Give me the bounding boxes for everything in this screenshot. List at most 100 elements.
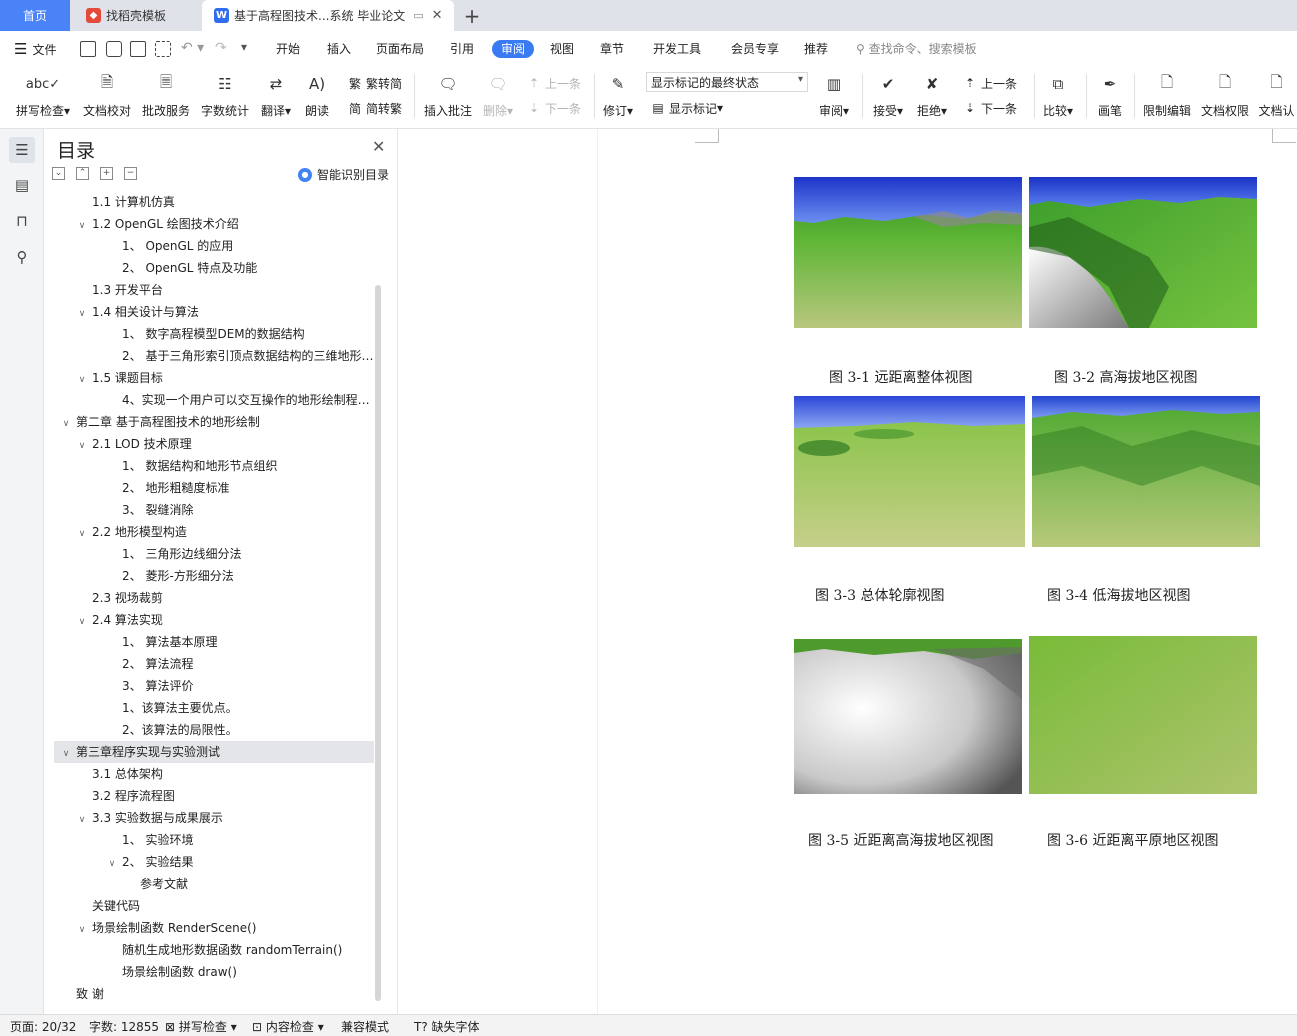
chevron-down-icon[interactable]: ∨ [76,919,88,939]
menu-item-view[interactable]: 视图 [550,40,574,58]
markup-state-select[interactable]: 显示标记的最终状态 [646,72,808,92]
toc-item[interactable]: ∨ 第二章 基于高程图技术的地形绘制 [54,411,374,433]
toc-item[interactable]: 场景绘制函数 draw() [54,961,374,983]
toc-item[interactable]: ∨ 2.2 地形模型构造 [54,521,374,543]
print-preview-icon[interactable] [155,41,171,57]
toc-item[interactable]: 4、实现一个用户可以交互操作的地形绘制程序，用户可以 [54,389,374,411]
export-pdf-icon[interactable] [106,41,122,57]
reject-button[interactable]: ✘ 拒绝▾ [912,72,952,120]
spell-check-button[interactable]: abc✓ 拼写检查▾ [12,72,74,120]
toc-item[interactable]: 2、该算法的局限性。 [54,719,374,741]
pen-button[interactable]: ✒ 画笔 [1092,72,1128,120]
new-tab-button[interactable]: + [458,0,486,31]
close-tab-icon[interactable]: ✕ [432,8,443,23]
insert-comment-button[interactable]: 🗨 插入批注 [422,72,474,120]
chevron-down-icon[interactable]: ∨ [76,435,88,455]
chevron-down-icon[interactable]: ∨ [76,523,88,543]
toc-item[interactable]: 1.1 计算机仿真 [54,191,374,213]
chevron-down-icon[interactable]: ∨ [76,809,88,829]
find-icon[interactable]: ⚲ [9,244,35,270]
add-level-icon[interactable]: + [100,167,113,180]
word-count-button[interactable]: ☷ 字数统计 [198,72,252,120]
redo-icon[interactable]: ↷ [215,40,227,58]
toc-item[interactable]: 1、该算法主要优点。 [54,697,374,719]
chevron-down-icon[interactable]: ∨ [60,413,72,433]
chevron-down-icon[interactable]: ∨ [76,369,88,389]
translate-button[interactable]: ⇄ 翻译▾ [256,72,296,120]
tab-home[interactable]: 首页 [0,0,70,31]
toc-item[interactable]: 2.3 视场裁剪 [54,587,374,609]
file-menu[interactable]: ☰ 文件 [14,40,56,58]
toc-item[interactable]: ∨ 2.1 LOD 技术原理 [54,433,374,455]
save-icon[interactable] [80,41,96,57]
menu-item-devtools[interactable]: 开发工具 [653,40,701,58]
read-aloud-button[interactable]: A) 朗读 [298,72,336,120]
toc-item[interactable]: ∨ 3.3 实验数据与成果展示 [54,807,374,829]
toc-item[interactable]: ∨ 1.4 相关设计与算法 [54,301,374,323]
menu-item-insert[interactable]: 插入 [327,40,351,58]
menu-item-vip[interactable]: 会员专享 [731,40,779,58]
expand-up-icon[interactable]: ⌃ [76,167,89,180]
toc-item[interactable]: 1、 算法基本原理 [54,631,374,653]
trad-to-simp-button[interactable]: 繁繁转简 [347,74,402,92]
undo-icon[interactable]: ↶ ▾ [181,40,204,58]
chevron-down-icon[interactable]: ∨ [76,215,88,235]
doc-proof-button[interactable]: 🗎 文档校对 [80,72,134,120]
word-count-status[interactable]: 字数: 12855 [89,1018,159,1035]
chevron-down-icon[interactable]: ∨ [60,743,72,763]
toc-item[interactable]: 2、 地形粗糙度标准 [54,477,374,499]
accept-button[interactable]: ✔ 接受▾ [868,72,908,120]
next-change-button[interactable]: ⇣ 下一条 [962,99,1017,117]
toc-item[interactable]: 参考文献 [54,873,374,895]
command-search[interactable]: ⚲ 查找命令、搜索模板 [856,40,977,57]
toc-item[interactable]: 3、 算法评价 [54,675,374,697]
toc-item[interactable]: 2、 菱形-方形细分法 [54,565,374,587]
simp-to-trad-button[interactable]: 简简转繁 [347,99,402,117]
doc-permission-button[interactable]: 🗋 文档权限 [1198,72,1252,120]
toc-item[interactable]: 2、 基于三角形索引顶点数据结构的三维地形绘制 [54,345,374,367]
track-changes-button[interactable]: ✎ 修订▾ [598,72,638,120]
toc-item[interactable]: 致 谢 [54,983,374,1005]
toc-item[interactable]: 3.2 程序流程图 [54,785,374,807]
tab-template[interactable]: ◆ 找稻壳模板 [72,0,200,31]
toc-nav-icon[interactable]: ☰ [9,137,35,163]
toc-item[interactable]: ∨ 2.4 算法实现 [54,609,374,631]
bookmark-icon[interactable]: ⊓ [9,208,35,234]
menu-item-start[interactable]: 开始 [276,40,300,58]
menu-item-recommend[interactable]: 推荐 [804,40,828,58]
review-pane-button[interactable]: ▥ 审阅▾ [814,72,854,120]
toc-item[interactable]: 2、 OpenGL 特点及功能 [54,257,374,279]
toc-item[interactable]: 1.3 开发平台 [54,279,374,301]
delete-comment-button[interactable]: 🗨 删除▾ [478,72,518,120]
close-icon[interactable]: ✕ [372,137,385,156]
toc-item[interactable]: ∨ 1.5 课题目标 [54,367,374,389]
correction-service-button[interactable]: 🗏 批改服务 [139,72,193,120]
menu-item-review[interactable]: 审阅 [492,40,535,58]
chevron-down-icon[interactable]: ∨ [76,611,88,631]
menu-item-reference[interactable]: 引用 [450,40,474,58]
pin-icon[interactable]: ▭ [413,9,423,22]
toc-item[interactable]: ∨ 2、 实验结果 [54,851,374,873]
show-markup-button[interactable]: ▤ 显示标记 ▾ [650,99,723,117]
chevron-down-icon[interactable]: ∨ [106,853,118,873]
smart-detect-toc-button[interactable]: ● 智能识别目录 [298,166,389,183]
print-icon[interactable] [130,41,146,57]
toc-scrollbar[interactable] [375,285,381,1001]
quick-access-more-icon[interactable]: ▾ [241,40,247,58]
toc-item[interactable]: ∨ 场景绘制函数 RenderScene() [54,917,374,939]
prev-change-button[interactable]: ⇡ 上一条 [962,74,1017,92]
doc-cert-button[interactable]: 🗋 文档认 [1256,72,1297,120]
toc-item[interactable]: 1、 实验环境 [54,829,374,851]
toc-item[interactable]: 3.1 总体架构 [54,763,374,785]
content-check-status[interactable]: ⊡ 内容检查 ▾ [252,1018,324,1035]
collapse-all-icon[interactable]: ⌄ [52,167,65,180]
toc-item[interactable]: 1、 数字高程模型DEM的数据结构 [54,323,374,345]
chapter-nav-icon[interactable]: ▤ [9,172,35,198]
toc-item[interactable]: 1、 三角形边线细分法 [54,543,374,565]
page-indicator[interactable]: 页面: 20/32 [10,1018,76,1035]
spell-check-status[interactable]: ⊠ 拼写检查 ▾ [165,1018,237,1035]
toc-item[interactable]: 1、 数据结构和地形节点组织 [54,455,374,477]
next-comment-button[interactable]: ⇣ 下一条 [526,99,581,117]
toc-item[interactable]: 随机生成地形数据函数 randomTerrain() [54,939,374,961]
remove-level-icon[interactable]: − [124,167,137,180]
